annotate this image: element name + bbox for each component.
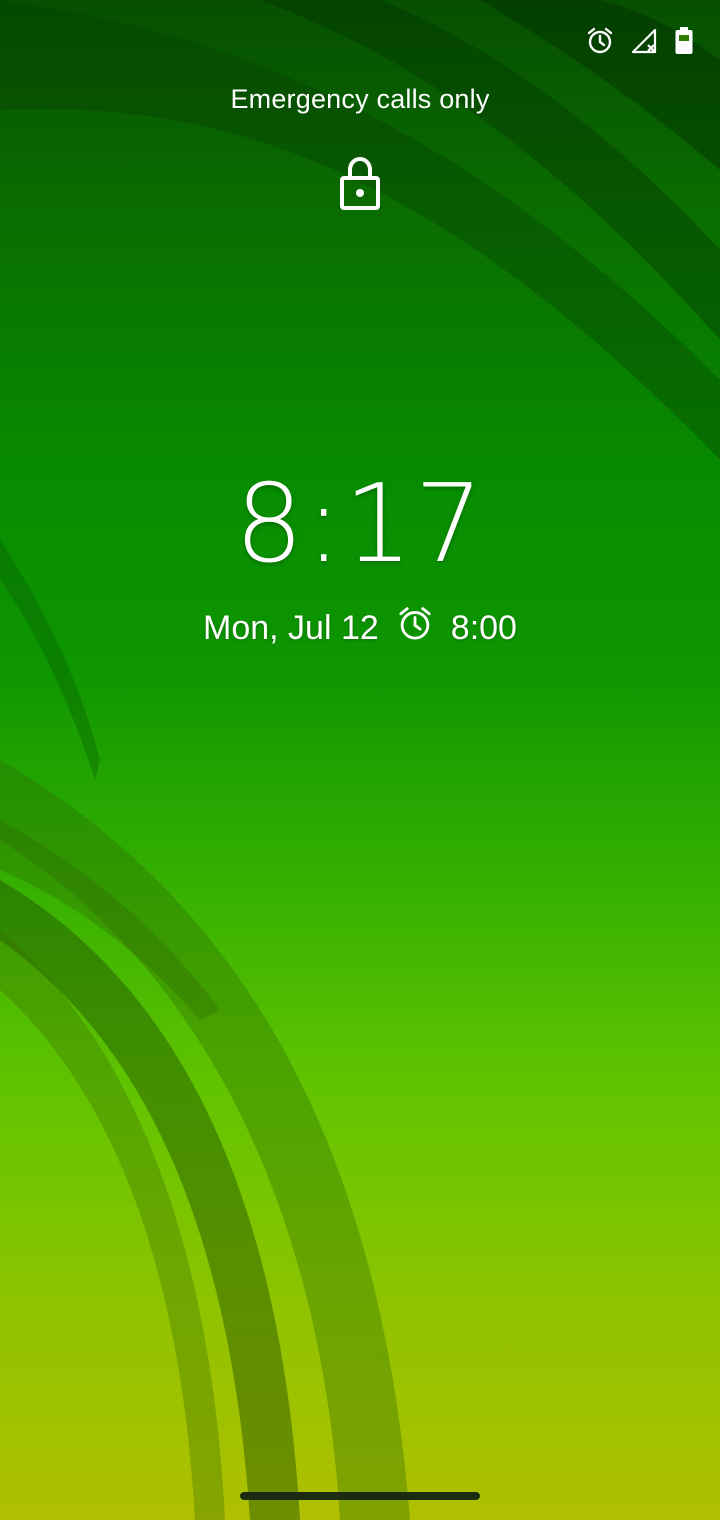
date-text: Mon, Jul 12 xyxy=(203,609,379,647)
next-alarm-time: 8:00 xyxy=(450,609,517,647)
alarm-icon xyxy=(586,27,614,55)
home-gesture-bar[interactable] xyxy=(240,1492,480,1500)
wallpaper xyxy=(0,0,720,1520)
clock-time: 8:17 xyxy=(234,462,486,587)
carrier-text: Emergency calls only xyxy=(230,84,490,114)
battery-icon xyxy=(674,26,694,56)
lockscreen-clock: 8:17 xyxy=(0,470,720,579)
signal-off-icon xyxy=(630,27,658,55)
lock-screen: Emergency calls only 8:17 Mon, Jul 12 8:… xyxy=(0,0,720,1520)
alarm-icon xyxy=(397,606,433,651)
next-alarm[interactable]: 8:00 xyxy=(397,606,517,651)
lock-icon[interactable] xyxy=(336,154,384,214)
status-bar xyxy=(586,24,694,58)
date-alarm-row: Mon, Jul 12 8:00 xyxy=(0,606,720,651)
